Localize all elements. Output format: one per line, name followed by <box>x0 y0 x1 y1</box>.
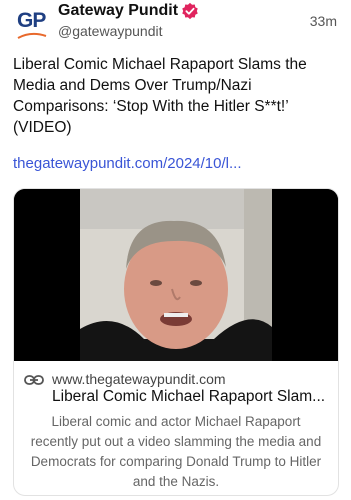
logo-swoosh-icon <box>17 32 47 39</box>
post-header: GP Gateway Pundit @gatewaypundit 33m <box>0 0 351 52</box>
avatar-logo-text: GP <box>17 9 46 32</box>
account-name[interactable]: Gateway Pundit <box>58 2 178 20</box>
video-thumbnail[interactable] <box>14 189 338 361</box>
card-meta: www.thegatewaypundit.com Liberal Comic M… <box>14 361 338 495</box>
post-link[interactable]: thegatewaypundit.com/2024/10/l... <box>13 155 242 172</box>
link-icon <box>24 375 44 385</box>
avatar[interactable]: GP <box>13 4 53 44</box>
post-timestamp: 33m <box>309 13 337 29</box>
card-description: Liberal comic and actor Michael Rapaport… <box>30 414 322 489</box>
verified-badge-icon <box>182 2 198 20</box>
card-title[interactable]: Liberal Comic Michael Rapaport Slam... <box>52 388 332 406</box>
post-body-text: Liberal Comic Michael Rapaport Slams the… <box>13 56 307 136</box>
card-domain: www.thegatewaypundit.com <box>52 371 226 387</box>
link-preview-card[interactable]: www.thegatewaypundit.com Liberal Comic M… <box>13 188 339 496</box>
account-handle[interactable]: @gatewaypundit <box>58 23 163 39</box>
video-frame-image <box>14 189 338 361</box>
